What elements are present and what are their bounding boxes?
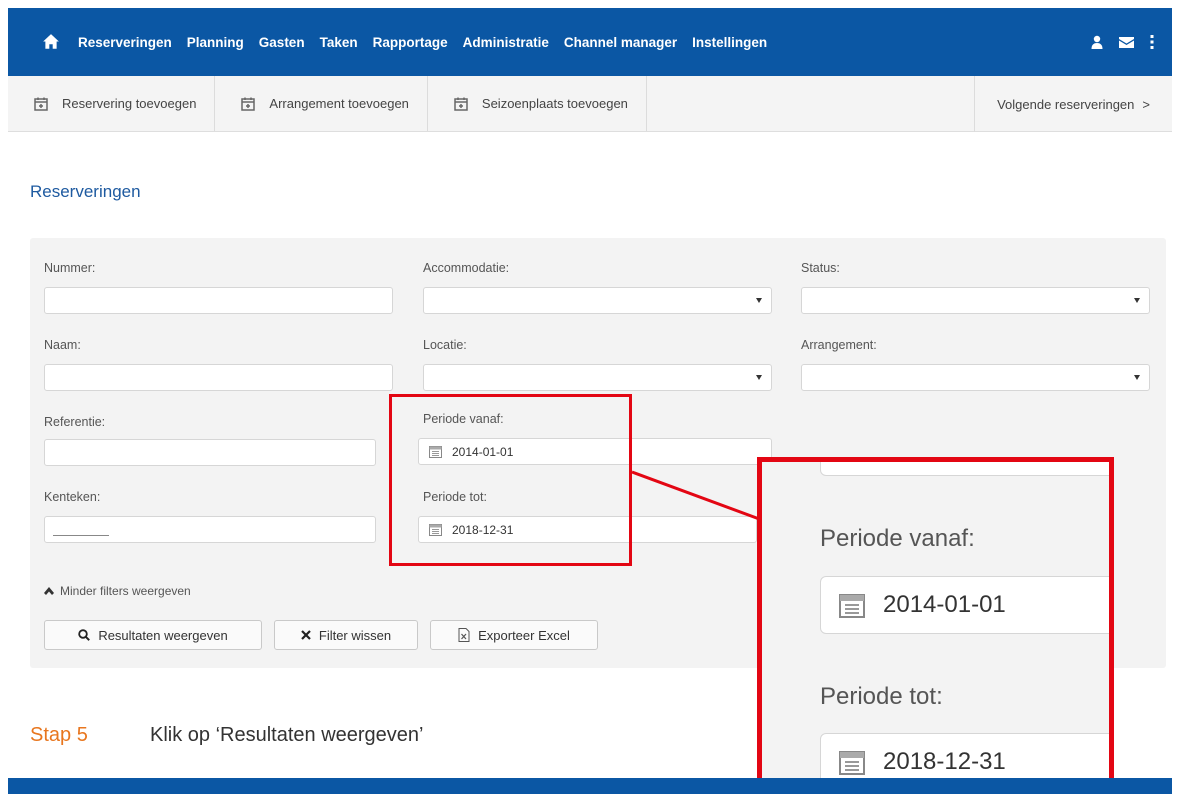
nav-item-instellingen[interactable]: Instellingen [692, 35, 767, 50]
nummer-input[interactable] [44, 287, 393, 314]
add-arrangement-button[interactable]: Arrangement toevoegen [215, 76, 428, 131]
next-reservations-label: Volgende reserveringen [997, 96, 1135, 112]
nav-item-rapportage[interactable]: Rapportage [373, 35, 448, 50]
zoom-callout: Periode vanaf: 2014-01-01 Periode tot: 2… [757, 457, 1114, 794]
caret-down-icon [1134, 375, 1140, 380]
top-navigation: Reserveringen Planning Gasten Taken Rapp… [8, 8, 1172, 76]
close-icon [301, 630, 311, 640]
text-cursor-underline [53, 535, 109, 536]
referentie-label: Referentie: [44, 415, 106, 429]
nav-item-gasten[interactable]: Gasten [259, 35, 305, 50]
chevron-right-icon: > [1142, 96, 1150, 112]
status-select[interactable] [801, 287, 1150, 314]
status-label: Status: [801, 261, 840, 275]
action-bar: Reservering toevoegen Arrangement toevoe… [8, 76, 1172, 132]
chevron-up-icon [44, 587, 54, 595]
search-icon [78, 629, 91, 641]
add-reservation-button[interactable]: Reservering toevoegen [8, 76, 216, 131]
naam-input[interactable] [44, 364, 393, 391]
more-vertical-icon[interactable] [1150, 35, 1154, 49]
caret-down-icon [1134, 298, 1140, 303]
nummer-label: Nummer: [44, 261, 96, 275]
add-season-place-button[interactable]: Seizoenplaats toevoegen [428, 76, 647, 131]
nav-item-planning[interactable]: Planning [187, 35, 244, 50]
arrangement-label: Arrangement: [801, 338, 877, 352]
naam-label: Naam: [44, 338, 81, 352]
clear-filter-label: Filter wissen [318, 627, 392, 643]
step-instruction: Klik op ‘Resultaten weergeven’ [150, 724, 424, 746]
zoom-periode-vanaf-label: Periode vanaf: [820, 525, 975, 552]
main-menu: Reserveringen Planning Gasten Taken Rapp… [78, 35, 782, 50]
zoom-periode-tot-label: Periode tot: [820, 683, 943, 710]
footer-bar [8, 778, 1172, 794]
add-season-place-label: Seizoenplaats toevoegen [481, 96, 628, 111]
page-title: Reserveringen [30, 182, 141, 201]
home-icon[interactable] [42, 33, 60, 51]
clear-filter-button[interactable]: Filter wissen [274, 620, 418, 650]
caret-down-icon [756, 298, 762, 303]
envelope-icon[interactable] [1119, 36, 1134, 48]
calendar-icon [839, 751, 865, 775]
highlight-frame [389, 394, 632, 566]
export-excel-button[interactable]: Exporteer Excel [430, 620, 598, 650]
next-reservations-link[interactable]: Volgende reserveringen > [974, 76, 1172, 132]
export-excel-label: Exporteer Excel [478, 627, 570, 643]
calendar-plus-icon [241, 97, 256, 111]
kenteken-label: Kenteken: [44, 490, 101, 504]
step-number: Stap 5 [30, 724, 88, 746]
zoom-periode-vanaf-value: 2014-01-01 [883, 591, 1006, 618]
fewer-filters-toggle[interactable]: Minder filters weergeven [44, 584, 191, 598]
locatie-select[interactable] [423, 364, 772, 391]
calendar-icon [839, 594, 865, 618]
calendar-plus-icon [34, 97, 48, 111]
nav-item-administratie[interactable]: Administratie [463, 35, 549, 50]
nav-right-icons [1091, 8, 1154, 76]
add-reservation-label: Reservering toevoegen [62, 96, 197, 111]
show-results-button[interactable]: Resultaten weergeven [44, 620, 262, 650]
fewer-filters-label: Minder filters weergeven [60, 584, 191, 598]
accommodatie-select[interactable] [423, 287, 772, 314]
zoom-field-edge [820, 462, 1109, 476]
calendar-plus-icon [454, 97, 468, 111]
accommodatie-label: Accommodatie: [423, 261, 510, 275]
nav-item-channel-manager[interactable]: Channel manager [564, 35, 677, 50]
excel-file-icon [458, 628, 470, 642]
add-arrangement-label: Arrangement toevoegen [269, 96, 409, 111]
nav-item-taken[interactable]: Taken [320, 35, 358, 50]
arrangement-select[interactable] [801, 364, 1150, 391]
caret-down-icon [756, 375, 762, 380]
zoom-periode-tot-value: 2018-12-31 [883, 748, 1006, 775]
referentie-input[interactable] [44, 439, 376, 466]
nav-item-reserveringen[interactable]: Reserveringen [78, 35, 172, 50]
show-results-label: Resultaten weergeven [98, 627, 228, 643]
zoom-periode-vanaf-field: 2014-01-01 [820, 576, 1109, 634]
locatie-label: Locatie: [423, 338, 467, 352]
kenteken-input[interactable] [44, 516, 376, 543]
user-icon[interactable] [1091, 35, 1103, 49]
